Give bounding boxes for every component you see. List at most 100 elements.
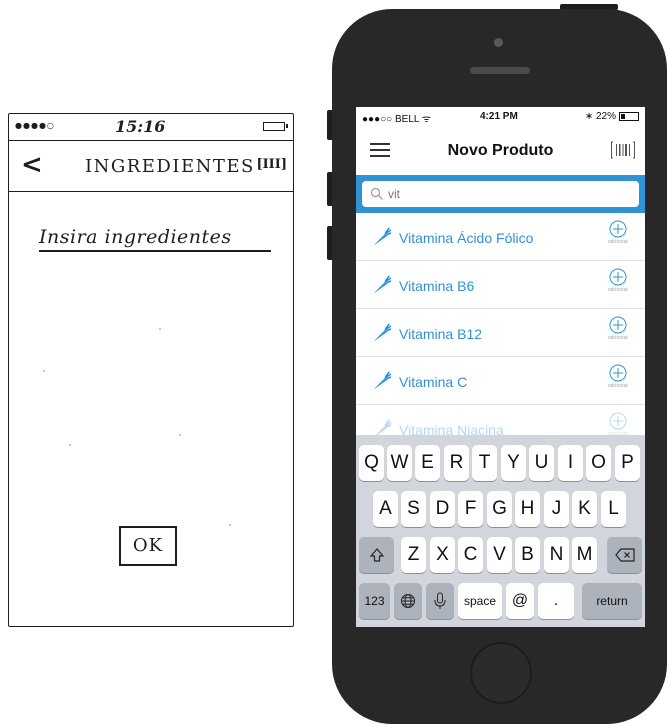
add-label: adicionar	[607, 287, 629, 293]
key-h[interactable]: H	[515, 491, 540, 527]
item-name: Vitamina Ácido Fólico	[399, 230, 534, 246]
sketch-status-bar: ●●●●○ 15:16	[9, 114, 293, 141]
sketch-speck	[179, 434, 181, 436]
key-b[interactable]: B	[515, 537, 540, 573]
carrot-icon	[373, 323, 392, 342]
keyboard-row-1: Q W E R T Y U I O P	[356, 445, 645, 481]
microphone-key[interactable]	[426, 583, 454, 619]
key-i[interactable]: I	[558, 445, 583, 481]
add-label: adicionar	[607, 383, 629, 389]
sketch-time: 15:16	[115, 117, 166, 136]
key-g[interactable]: G	[487, 491, 512, 527]
key-x[interactable]: X	[430, 537, 455, 573]
microphone-icon	[434, 592, 446, 609]
period-key[interactable]: .	[538, 583, 574, 619]
search-input[interactable]	[388, 184, 633, 204]
carrier-label: ●●●○○ BELL ᯤ	[362, 114, 431, 125]
home-button[interactable]	[470, 642, 532, 704]
globe-key[interactable]	[394, 583, 422, 619]
navigation-bar: Novo Produto	[356, 127, 645, 175]
status-time: 4:21 PM	[480, 111, 518, 122]
plus-circle-icon	[609, 316, 627, 334]
key-m[interactable]: M	[572, 537, 597, 573]
keyboard-row-4: 123 space @ . return	[356, 583, 645, 619]
return-key[interactable]: return	[582, 583, 642, 619]
key-a[interactable]: A	[373, 491, 398, 527]
backspace-icon	[614, 548, 635, 562]
onscreen-keyboard: Q W E R T Y U I O P A S D F G H J K L Z	[356, 435, 645, 627]
space-key[interactable]: space	[458, 583, 502, 619]
page-title: Novo Produto	[447, 142, 554, 159]
add-button[interactable]: adicionar	[605, 268, 631, 293]
plus-circle-icon	[609, 364, 627, 382]
add-button[interactable]: adicionar	[605, 316, 631, 341]
key-l[interactable]: L	[601, 491, 626, 527]
battery-percent: ∗ 22%	[584, 111, 616, 122]
list-item[interactable]: Vitamina Ácido Fólico adicionar	[356, 213, 645, 261]
barcode-scan-icon[interactable]	[611, 141, 635, 159]
key-j[interactable]: J	[544, 491, 569, 527]
carrot-icon	[373, 227, 392, 246]
ingredient-results-list: Vitamina Ácido Fólico adicionar Vitamina…	[356, 213, 645, 453]
key-u[interactable]: U	[529, 445, 554, 481]
list-item[interactable]: Vitamina B12 adicionar	[356, 309, 645, 357]
carrot-icon	[373, 275, 392, 294]
sketch-nav-bar: < INGREDIENTES [III]	[9, 142, 293, 192]
key-y[interactable]: Y	[501, 445, 526, 481]
add-button[interactable]: adicionar	[605, 364, 631, 389]
search-bar	[356, 175, 645, 213]
plus-circle-icon	[609, 220, 627, 238]
battery-icon	[619, 112, 639, 121]
sketch-speck	[43, 370, 45, 372]
key-c[interactable]: C	[458, 537, 483, 573]
add-button[interactable]: adicionar	[605, 412, 631, 437]
add-label: adicionar	[607, 239, 629, 245]
key-w[interactable]: W	[387, 445, 412, 481]
add-button[interactable]: adicionar	[605, 220, 631, 245]
key-e[interactable]: E	[415, 445, 440, 481]
shift-key[interactable]	[359, 537, 394, 573]
sketch-ingredient-input[interactable]: Insira ingredientes	[39, 226, 271, 252]
sketch-title: INGREDIENTES	[85, 156, 255, 177]
numbers-key[interactable]: 123	[359, 583, 390, 619]
sketch-speck	[69, 444, 71, 446]
status-bar: ●●●○○ BELL ᯤ 4:21 PM ∗ 22%	[356, 107, 645, 127]
sketch-barcode-icon[interactable]: [III]	[256, 157, 287, 172]
keyboard-row-2: A S D F G H J K L	[356, 491, 645, 527]
shift-icon	[369, 548, 384, 562]
key-o[interactable]: O	[586, 445, 611, 481]
key-n[interactable]: N	[544, 537, 569, 573]
plus-circle-icon	[609, 412, 627, 430]
sketch-speck	[229, 524, 231, 526]
sketch-back-icon[interactable]: <	[21, 150, 43, 180]
at-key[interactable]: @	[506, 583, 534, 619]
key-r[interactable]: R	[444, 445, 469, 481]
key-f[interactable]: F	[458, 491, 483, 527]
add-label: adicionar	[607, 335, 629, 341]
key-s[interactable]: S	[401, 491, 426, 527]
item-name: Vitamina B12	[399, 326, 483, 342]
globe-icon	[401, 594, 415, 608]
search-icon	[370, 187, 383, 200]
sketch-wireframe: ●●●●○ 15:16 < INGREDIENTES [III] Insira …	[8, 113, 294, 627]
key-t[interactable]: T	[472, 445, 497, 481]
list-item[interactable]: Vitamina B6 adicionar	[356, 261, 645, 309]
keyboard-row-3: Z X C V B N M	[356, 537, 645, 573]
sketch-ok-button[interactable]: OK	[119, 526, 177, 566]
key-k[interactable]: K	[572, 491, 597, 527]
backspace-key[interactable]	[607, 537, 642, 573]
sketch-signal-dots: ●●●●○	[15, 121, 55, 130]
list-item[interactable]: Vitamina C adicionar	[356, 357, 645, 405]
key-q[interactable]: Q	[359, 445, 384, 481]
key-z[interactable]: Z	[401, 537, 426, 573]
item-name: Vitamina C	[399, 374, 468, 390]
key-v[interactable]: V	[487, 537, 512, 573]
item-name: Vitamina B6	[399, 278, 475, 294]
key-d[interactable]: D	[430, 491, 455, 527]
key-p[interactable]: P	[615, 445, 640, 481]
phone-screen: ●●●○○ BELL ᯤ 4:21 PM ∗ 22% Novo Produto	[356, 107, 645, 627]
search-field[interactable]	[362, 181, 639, 207]
sketch-battery-icon	[263, 122, 288, 131]
plus-circle-icon	[609, 268, 627, 286]
carrot-icon	[373, 371, 392, 390]
